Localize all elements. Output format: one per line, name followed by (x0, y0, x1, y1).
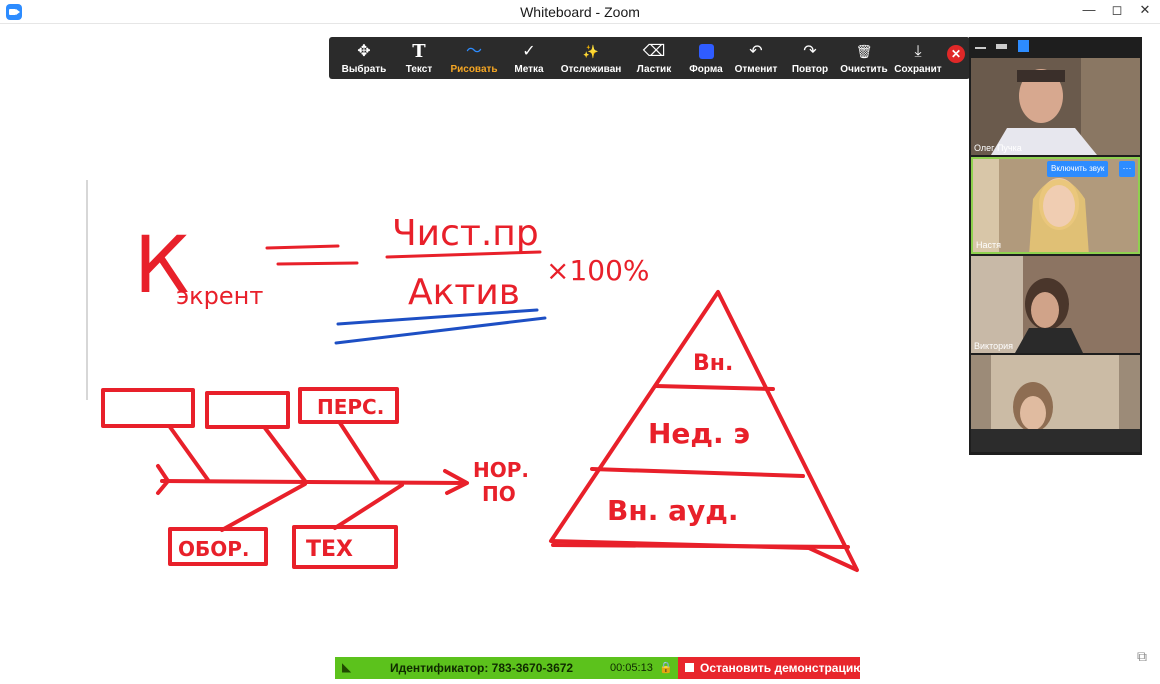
close-icon[interactable]: ✕ (947, 45, 965, 63)
tool-text-label: Текст (405, 64, 433, 75)
move-arrows-icon: ✥ (357, 43, 371, 60)
fishbone-bottom-label-1: ОБОР. (178, 537, 250, 561)
eraser-icon: ⌫ (642, 43, 666, 60)
tool-undo[interactable]: ↶ Отменит (731, 37, 781, 79)
tool-redo[interactable]: ↷ Повтор (785, 37, 835, 79)
participant-tile[interactable] (971, 355, 1140, 452)
formula-k-subscript: экрент (176, 282, 263, 310)
fishbone-rib-2 (263, 426, 307, 483)
participant-tile-active-speaker[interactable]: Включить звук ··· Настя (971, 157, 1140, 254)
stop-share-button[interactable]: Остановить демонстрацию (678, 657, 864, 679)
fishbone-rib-1 (168, 425, 210, 482)
maximize-button[interactable]: ◻ (1104, 0, 1130, 22)
participant-video-icon (971, 58, 1140, 155)
equals-line-bottom (276, 261, 359, 266)
fishbone-rib-5 (333, 483, 404, 530)
checkmark-icon: ✓ (522, 43, 536, 60)
tool-undo-label: Отменит (734, 64, 778, 75)
participant-video-icon (971, 355, 1140, 452)
signal-icon: ◣ (342, 660, 352, 674)
grid-view-icon[interactable] (1018, 40, 1029, 52)
tool-clear-label: Очистить (840, 64, 888, 75)
tool-redo-label: Повтор (791, 64, 829, 75)
stop-icon (685, 663, 694, 672)
participant-name: Виктория (974, 341, 1014, 351)
fishbone-top-box-2 (205, 391, 290, 429)
formula-multiplier: ×100% (546, 254, 650, 287)
tool-shape[interactable]: Форма (683, 37, 729, 79)
strip-view-icon[interactable] (996, 44, 1007, 49)
tool-spotlight[interactable]: ✨ Отслеживан (557, 37, 625, 79)
meeting-status-bar: ◣ Идентификатор: 783-3670-3672 00:05:13 … (335, 657, 864, 679)
annotation-toolbar: ✥ Выбрать T Текст 〜 Рисовать ✓ Метка ✨ О… (329, 37, 970, 79)
video-panel: Олег Пучка Включить звук ··· Настя Викто… (969, 37, 1142, 455)
new-window-icon[interactable]: ⧉ (1137, 648, 1153, 664)
more-options-button[interactable]: ··· (1119, 161, 1135, 177)
trash-icon: 🗑 (855, 44, 873, 59)
minimize-icon[interactable] (975, 47, 986, 49)
tool-select[interactable]: ✥ Выбрать (337, 37, 391, 79)
equals-line-top (265, 244, 340, 250)
fishbone-head-label-1: НОР. (473, 458, 529, 482)
redo-icon: ↷ (803, 43, 817, 60)
minimize-button[interactable]: — (1076, 0, 1102, 22)
tool-text[interactable]: T Текст (395, 37, 443, 79)
fishbone-rib-4 (220, 482, 307, 532)
pyramid-level-2: Нед. э (648, 417, 750, 450)
tool-stamp[interactable]: ✓ Метка (505, 37, 553, 79)
draw-squiggle-icon: 〜 (465, 43, 482, 60)
tool-spotlight-label: Отслеживан (560, 64, 622, 75)
fishbone-top-box-1 (101, 388, 195, 428)
pyramid-level-3: Вн. ауд. (607, 494, 738, 527)
tool-save-label: Сохранит (894, 64, 942, 75)
window-title: Whiteboard - Zoom (520, 4, 640, 20)
meeting-id: Идентификатор: 783-3670-3672 (390, 661, 574, 675)
video-panel-header (969, 37, 1142, 57)
tool-eraser[interactable]: ⌫ Ластик (629, 37, 679, 79)
formula-numerator: Чист.пр (392, 213, 539, 254)
tool-save[interactable]: ⤓ Сохранит (893, 37, 943, 79)
participant-name: Олег Пучка (974, 143, 1022, 153)
fishbone-head-label-2: ПО (482, 482, 516, 506)
unmute-button[interactable]: Включить звук (1047, 161, 1109, 177)
zoom-whiteboard-window: Whiteboard - Zoom — ◻ ✕ К экрент Чист.пр… (0, 0, 1160, 684)
tool-eraser-label: Ластик (636, 64, 672, 75)
pyramid-divider-1 (654, 384, 775, 391)
fishbone-bottom-label-2: ТЕХ (306, 537, 353, 562)
participant-name: Настя (976, 240, 1002, 250)
text-icon: T (412, 41, 426, 62)
tool-select-label: Выбрать (341, 64, 387, 75)
title-bar: Whiteboard - Zoom — ◻ ✕ (0, 0, 1160, 24)
fishbone-rib-3 (338, 421, 380, 483)
save-download-icon: ⤓ (914, 43, 922, 60)
spotlight-wand-icon: ✨ (582, 44, 600, 59)
tool-draw-label: Рисовать (450, 64, 498, 75)
close-window-button[interactable]: ✕ (1132, 0, 1158, 22)
participant-video-icon (971, 256, 1140, 353)
stop-share-label: Остановить демонстрацию (700, 661, 864, 675)
tool-clear[interactable]: 🗑 Очистить (839, 37, 889, 79)
meeting-timer: 00:05:13 (610, 662, 653, 674)
meeting-info[interactable]: ◣ Идентификатор: 783-3670-3672 00:05:13 … (335, 657, 678, 679)
participant-tile[interactable]: Виктория (971, 256, 1140, 353)
pyramid-divider-2 (590, 467, 805, 478)
undo-icon: ↶ (749, 43, 763, 60)
formula-denominator: Актив (408, 272, 520, 313)
fishbone-top-label-3: ПЕРС. (317, 395, 384, 419)
tool-shape-label: Форма (689, 64, 723, 75)
pyramid-level-1: Вн. (693, 351, 733, 376)
participant-tile[interactable]: Олег Пучка (971, 58, 1140, 155)
tool-draw[interactable]: 〜 Рисовать (447, 37, 501, 79)
pyramid-base (551, 543, 850, 549)
shape-square-icon (683, 43, 729, 61)
tool-stamp-label: Метка (514, 64, 544, 75)
lock-icon: 🔒 (659, 662, 673, 674)
